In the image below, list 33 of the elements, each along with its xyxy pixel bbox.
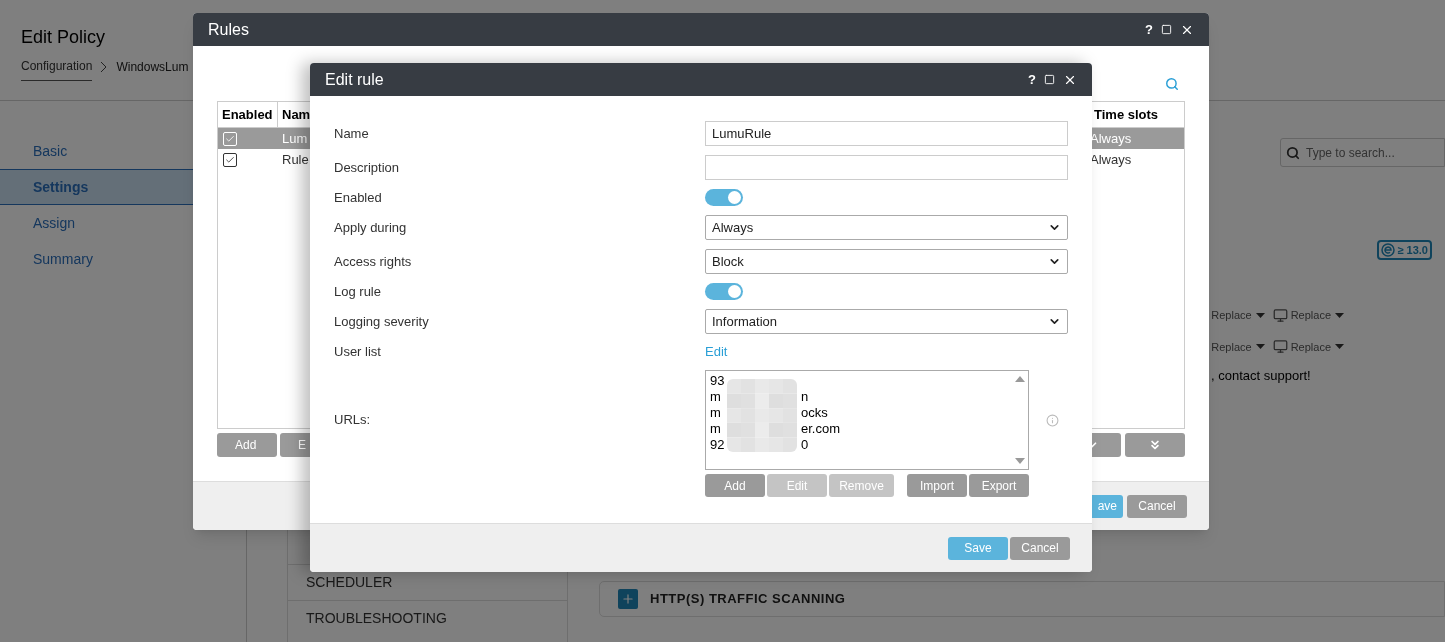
table-cell-text: Rule [282,150,309,169]
field-label: URLs: [334,411,372,430]
url-text: er.com [801,421,840,437]
url-text: m [710,421,721,436]
panel-title: HTTP(S) TRAFFIC SCANNING [650,590,846,609]
dialog-title: Rules [208,19,249,40]
support-text: , contact support! [1211,367,1311,385]
field-label: Apply during [334,218,408,237]
breadcrumb-item: WindowsLum [116,58,189,76]
url-text: 92 [710,437,725,452]
table-cell-text: Always [1090,129,1132,148]
table-cell-text: Always [1090,150,1132,169]
field-label: Name [334,124,370,143]
field-label: Description [334,158,401,177]
field-label: Access rights [334,252,413,271]
url-text: 0 [801,437,809,453]
search-placeholder: Type to search... [1306,144,1395,162]
url-text: n [801,389,809,405]
field-label: User list [334,342,382,361]
url-text: m [710,389,721,404]
column-header: Nam [281,105,312,124]
url-text: 93 [710,373,725,388]
field-label: Log rule [334,282,382,301]
dialog-title: Edit rule [325,69,384,90]
url-text: m [710,405,721,420]
version-label: ≥ 13.0 [1397,242,1428,258]
page-title: Edit Policy [21,26,106,49]
field-label: Logging severity [334,312,430,331]
field-label: Enabled [334,188,383,207]
table-cell-text: Lum [282,129,308,148]
column-header: Time slots [1093,105,1160,124]
column-header: Enabled [218,102,278,127]
url-text: ocks [801,405,828,421]
